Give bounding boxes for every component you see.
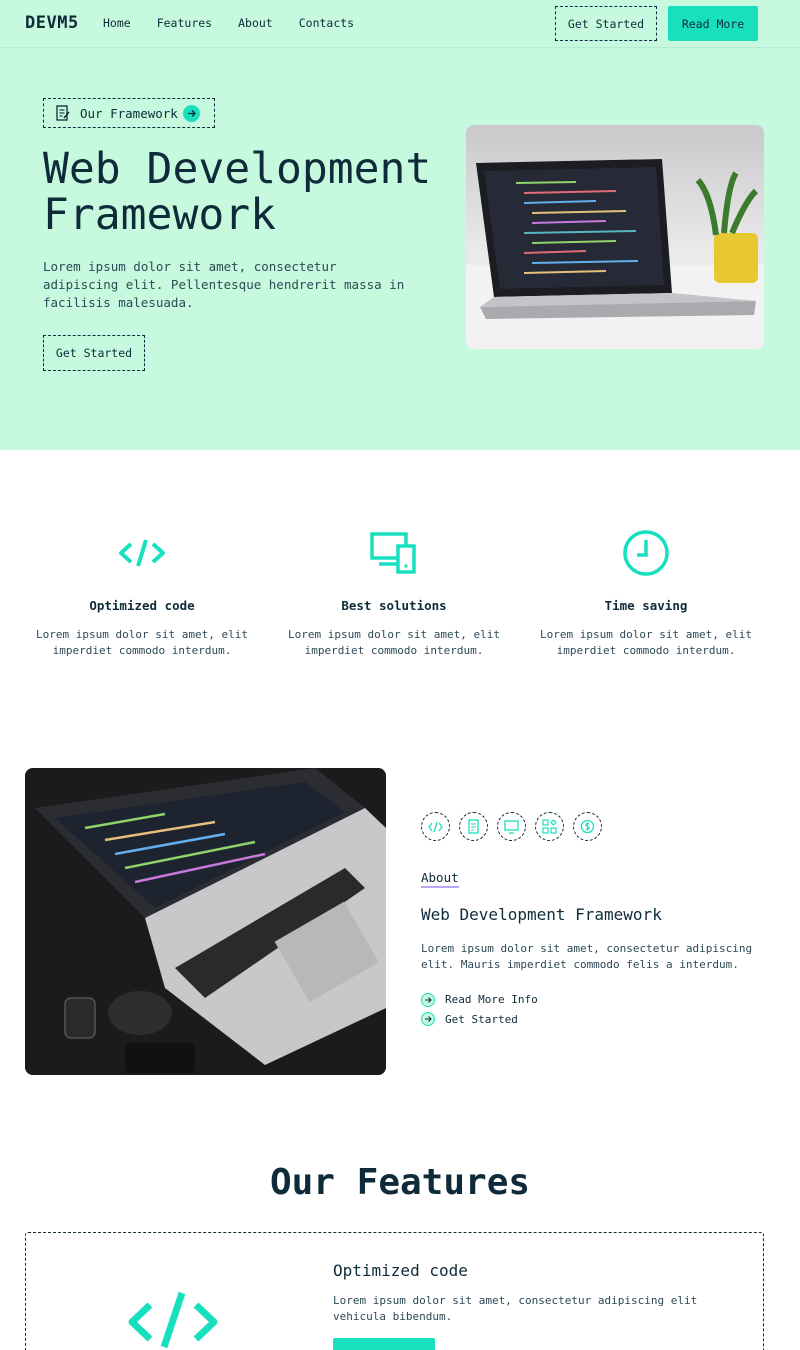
monitor-icon[interactable] <box>497 812 526 841</box>
nav-link-contacts[interactable]: Contacts <box>299 16 354 30</box>
feature-card-optimized-code: Optimized code Lorem ipsum dolor sit ame… <box>25 1232 764 1350</box>
framework-badge[interactable]: Our Framework <box>43 98 215 128</box>
about-laptop-image <box>25 768 386 1075</box>
about-title: Web Development Framework <box>421 905 662 924</box>
top-navbar: DEVM5 Home Features About Contacts Get S… <box>0 0 800 48</box>
hero-section: Our Framework Web Development Framework … <box>0 48 800 450</box>
arrow-right-icon <box>421 1012 435 1027</box>
feature-text: Lorem ipsum dolor sit amet, elit imperdi… <box>540 628 752 657</box>
our-features-title: Our Features <box>269 1162 531 1203</box>
arrow-right-icon <box>183 105 200 122</box>
document-icon[interactable] <box>459 812 488 841</box>
nav-link-about[interactable]: About <box>238 16 273 30</box>
feature-card-button[interactable] <box>333 1338 435 1350</box>
feature-card-title: Optimized code <box>333 1261 468 1280</box>
nav-link-home[interactable]: Home <box>103 16 131 30</box>
feature-time-saving: Time saving Lorem ipsum dolor sit amet, … <box>531 528 761 659</box>
feature-title: Time saving <box>604 598 688 613</box>
nav-links: Home Features About Contacts <box>103 16 354 30</box>
hero-description: Lorem ipsum dolor sit amet, consectetur … <box>43 259 405 310</box>
hero-title: Web Development Framework <box>43 144 432 240</box>
widgets-icon[interactable] <box>535 812 564 841</box>
about-description: Lorem ipsum dolor sit amet, consectetur … <box>421 942 753 971</box>
about-label[interactable]: About <box>421 870 459 888</box>
clock-icon <box>623 530 669 576</box>
document-edit-icon <box>56 105 70 121</box>
code-icon <box>128 1291 218 1349</box>
feature-best-solutions: Best solutions Lorem ipsum dolor sit ame… <box>279 528 509 659</box>
link-label: Read More Info <box>445 993 538 1007</box>
nav-read-more-button[interactable]: Read More <box>668 6 758 41</box>
read-more-info-link[interactable]: Read More Info <box>421 990 538 1010</box>
feature-text: Lorem ipsum dolor sit amet, elit imperdi… <box>288 628 500 657</box>
nav-get-started-button[interactable]: Get Started <box>555 6 657 41</box>
dollar-icon[interactable] <box>573 812 602 841</box>
nav-link-features[interactable]: Features <box>157 16 212 30</box>
hero-get-started-button[interactable]: Get Started <box>43 335 145 371</box>
feature-title: Best solutions <box>341 598 447 613</box>
badge-label: Our Framework <box>80 105 178 121</box>
code-icon[interactable] <box>421 812 450 841</box>
feature-text: Lorem ipsum dolor sit amet, elit imperdi… <box>36 628 248 657</box>
link-label: Get Started <box>445 1012 518 1026</box>
brand-logo[interactable]: DEVM5 <box>25 13 79 33</box>
feature-title: Optimized code <box>89 598 195 613</box>
code-icon <box>119 539 165 567</box>
about-icon-row <box>421 812 602 841</box>
arrow-right-icon <box>421 992 435 1007</box>
about-links: Read More Info Get Started <box>421 990 538 1029</box>
about-get-started-link[interactable]: Get Started <box>421 1010 538 1030</box>
hero-laptop-image <box>466 125 764 349</box>
feature-optimized-code: Optimized code Lorem ipsum dolor sit ame… <box>27 528 257 659</box>
devices-icon <box>370 532 416 574</box>
feature-card-text: Lorem ipsum dolor sit amet, consectetur … <box>333 1294 698 1323</box>
